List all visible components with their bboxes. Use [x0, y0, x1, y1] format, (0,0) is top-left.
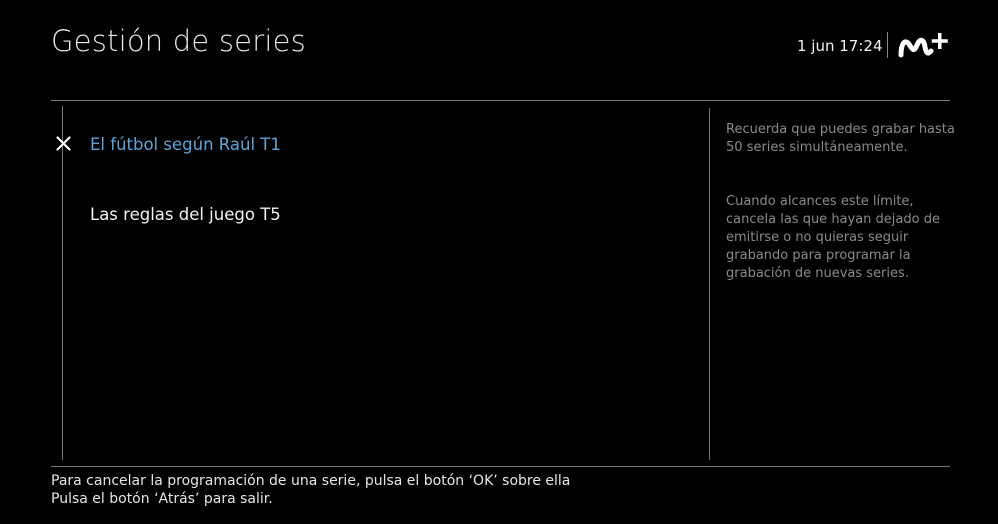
top-divider — [51, 100, 950, 101]
list-left-border — [62, 106, 63, 460]
series-item-el-futbol-segun-raul[interactable]: El fútbol según Raúl T1 — [90, 135, 281, 154]
footer-instruction-ok: Para cancelar la programación de una ser… — [51, 473, 571, 489]
header-separator — [887, 32, 888, 58]
info-text-cancel-hint: Cuando alcances este límite, cancela las… — [726, 194, 940, 281]
movistar-plus-logo-icon — [898, 33, 948, 58]
bottom-divider — [51, 466, 950, 467]
datetime: 1 jun 17:24 — [797, 37, 883, 55]
series-item-las-reglas-del-juego[interactable]: Las reglas del juego T5 — [90, 205, 281, 224]
info-panel-divider — [709, 108, 710, 460]
footer-instruction-back: Pulsa el botón ‘Atrás’ para salir. — [51, 491, 273, 507]
page-title: Gestión de series — [51, 24, 306, 58]
info-text-limit: Recuerda que puedes grabar hasta 50 seri… — [726, 122, 955, 155]
cancel-x-icon[interactable] — [55, 135, 72, 152]
